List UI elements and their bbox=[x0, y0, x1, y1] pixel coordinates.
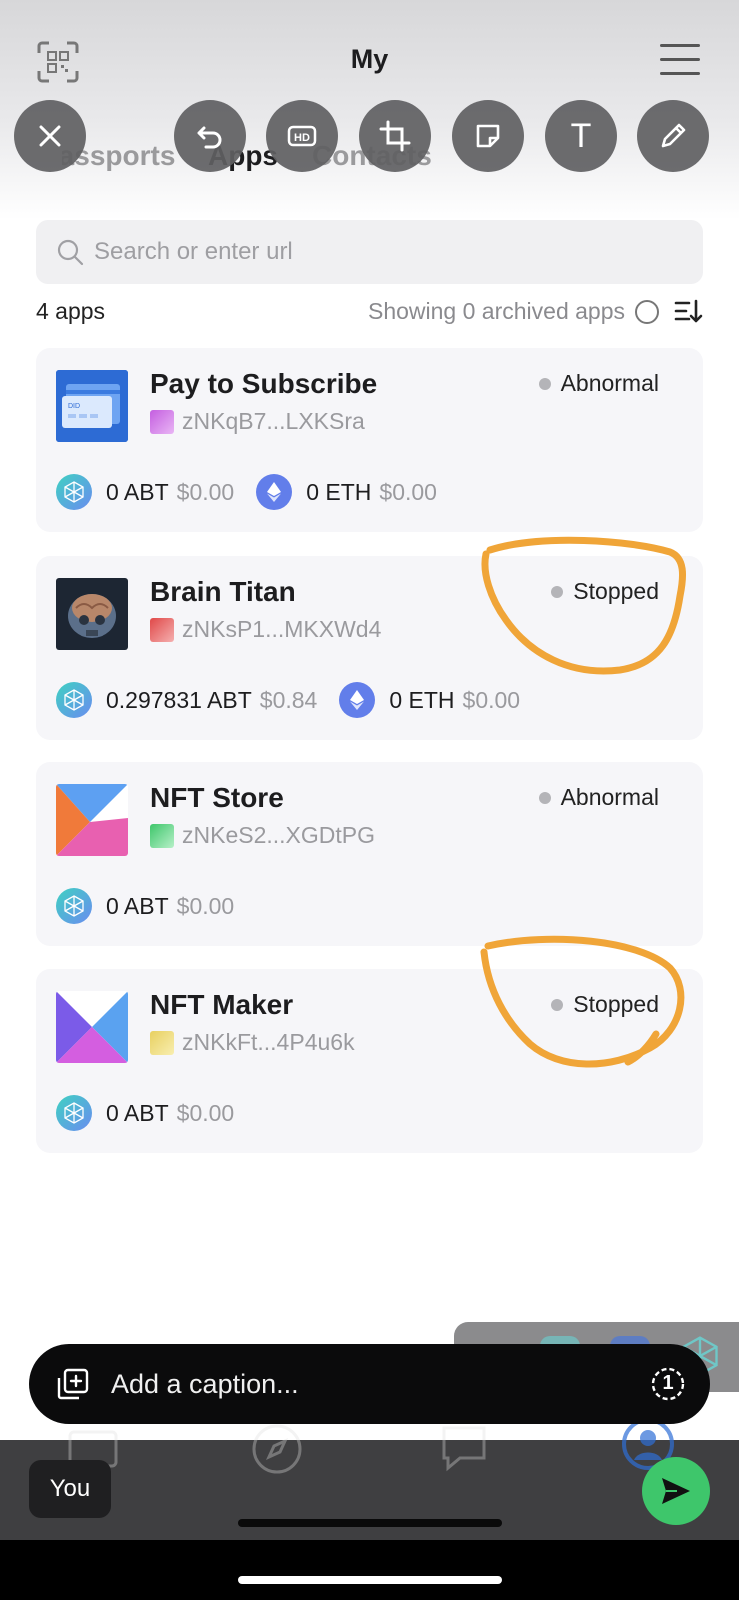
app-name: Brain Titan bbox=[150, 576, 296, 607]
token-amount: 0 ETH bbox=[306, 478, 372, 505]
abt-token-icon bbox=[56, 1095, 92, 1131]
show-archived-radio[interactable] bbox=[635, 300, 659, 324]
svg-text:HD: HD bbox=[294, 132, 310, 144]
app-thumbnail bbox=[56, 578, 128, 650]
eth-token-icon bbox=[339, 682, 376, 718]
token-usd-value: $0.84 bbox=[259, 686, 318, 713]
status-dot bbox=[551, 998, 564, 1011]
app-did: zNKeS2...XGDtPG bbox=[182, 822, 376, 848]
app-did: zNKsP1...MKXWd4 bbox=[182, 616, 382, 642]
sticker-button[interactable] bbox=[452, 100, 524, 172]
token-usd-value: $0.00 bbox=[462, 686, 521, 713]
apps-count: 4 apps bbox=[36, 298, 106, 324]
close-button[interactable] bbox=[14, 100, 86, 172]
caption-bar: 1 bbox=[29, 1344, 710, 1424]
app-card[interactable]: DID Pay to Subscribe zNKqB7...LXKSra Abn… bbox=[36, 348, 703, 532]
apps-summary-row: 4 apps Showing 0 archived apps bbox=[36, 292, 703, 332]
status-dot bbox=[538, 377, 551, 390]
status-badge: Abnormal bbox=[538, 784, 659, 811]
timer-label: 1 bbox=[662, 1372, 674, 1394]
app-avatar-icon bbox=[150, 410, 174, 434]
search-bar bbox=[36, 220, 703, 284]
token-balances: 0.297831 ABT $0.84 0 ETH $0.00 bbox=[56, 682, 542, 718]
token-amount: 0 ETH bbox=[389, 686, 455, 713]
text-icon: T bbox=[570, 116, 592, 155]
home-indicator[interactable] bbox=[238, 1576, 502, 1584]
hd-button[interactable]: HD bbox=[266, 100, 338, 172]
did-label: DID bbox=[68, 403, 80, 410]
archived-apps-label: Showing 0 archived apps bbox=[368, 298, 625, 324]
inner-home-indicator bbox=[238, 1519, 502, 1527]
app-avatar-icon bbox=[150, 1031, 174, 1055]
page-title: My bbox=[350, 44, 389, 74]
view-once-timer[interactable]: 1 bbox=[650, 1366, 686, 1402]
status-badge: Stopped bbox=[551, 578, 659, 605]
token-balances: 0 ABT $0.00 bbox=[56, 888, 256, 924]
hamburger-menu-icon[interactable] bbox=[660, 44, 700, 78]
token-usd-value: $0.00 bbox=[176, 478, 235, 505]
app-did: zNKkFt...4P4u6k bbox=[182, 1029, 355, 1055]
sticker-icon bbox=[476, 124, 500, 148]
status-badge: Abnormal bbox=[538, 370, 659, 397]
app-avatar-icon bbox=[150, 824, 174, 848]
undo-button[interactable] bbox=[174, 100, 246, 172]
search-input[interactable] bbox=[94, 238, 654, 266]
app-thumbnail bbox=[56, 784, 128, 856]
app-did: zNKqB7...LXKSra bbox=[182, 408, 365, 434]
undo-icon bbox=[197, 126, 222, 149]
text-tool-button[interactable]: T bbox=[545, 100, 617, 172]
recipient-chip[interactable]: You bbox=[29, 1460, 111, 1518]
pen-icon bbox=[661, 123, 686, 148]
abt-token-icon bbox=[56, 474, 92, 510]
app-card[interactable]: NFT Store zNKeS2...XGDtPG Abnormal 0 ABT… bbox=[36, 762, 703, 946]
status-badge: Stopped bbox=[551, 991, 659, 1018]
send-icon bbox=[662, 1478, 690, 1504]
app-thumbnail: DID bbox=[56, 370, 128, 442]
status-dot bbox=[538, 791, 551, 804]
chat-icon[interactable] bbox=[438, 1422, 490, 1474]
app-thumbnail bbox=[56, 991, 128, 1063]
search-icon bbox=[57, 239, 84, 266]
token-balances: 0 ABT $0.00 0 ETH $0.00 bbox=[56, 474, 459, 510]
compass-icon[interactable] bbox=[250, 1422, 304, 1476]
add-media-icon[interactable] bbox=[55, 1366, 91, 1402]
token-amount: 0 ABT bbox=[106, 1099, 169, 1126]
status-dot bbox=[551, 585, 564, 598]
crop-button[interactable] bbox=[359, 100, 431, 172]
token-amount: 0.297831 ABT bbox=[106, 686, 252, 713]
app-name: NFT Store bbox=[150, 782, 284, 813]
token-amount: 0 ABT bbox=[106, 478, 169, 505]
token-balances: 0 ABT $0.00 bbox=[56, 1095, 256, 1131]
abt-token-icon bbox=[56, 888, 92, 924]
caption-input[interactable] bbox=[111, 1368, 631, 1400]
draw-button[interactable] bbox=[637, 100, 709, 172]
hd-icon: HD bbox=[287, 125, 317, 147]
close-icon bbox=[39, 125, 61, 147]
send-button[interactable] bbox=[642, 1457, 710, 1525]
token-usd-value: $0.00 bbox=[176, 1099, 235, 1126]
app-name: NFT Maker bbox=[150, 989, 294, 1020]
eth-token-icon bbox=[256, 474, 293, 510]
abt-token-icon bbox=[56, 682, 92, 718]
app-card[interactable]: NFT Maker zNKkFt...4P4u6k Stopped 0 ABT … bbox=[36, 969, 703, 1153]
crop-icon bbox=[379, 120, 411, 152]
app-avatar-icon bbox=[150, 618, 174, 642]
token-amount: 0 ABT bbox=[106, 892, 169, 919]
app-card[interactable]: Brain Titan zNKsP1...MKXWd4 Stopped 0.29… bbox=[36, 556, 703, 740]
app-name: Pay to Subscribe bbox=[150, 368, 378, 399]
token-usd-value: $0.00 bbox=[379, 478, 437, 505]
token-usd-value: $0.00 bbox=[176, 892, 235, 919]
sort-icon[interactable] bbox=[673, 296, 703, 326]
system-bottom-bar bbox=[0, 1540, 739, 1600]
